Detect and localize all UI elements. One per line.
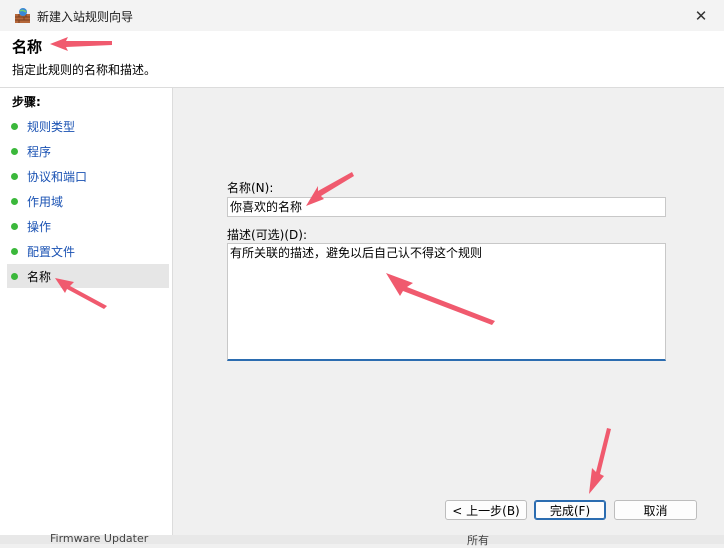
background-row-text: Firmware Updater [50,532,149,545]
back-button[interactable]: < 上一步(B) [445,500,527,520]
header-band: 名称 指定此规则的名称和描述。 [0,31,724,88]
description-textarea[interactable]: 有所关联的描述，避免以后自己认不得这个规则 [227,243,666,361]
step-label: 作用域 [27,194,64,209]
firewall-icon [15,8,30,23]
step-dot-icon [11,197,18,205]
step-dot-icon [11,247,18,255]
step-label: 名称 [27,269,52,284]
step-name[interactable]: 名称 [7,264,169,288]
step-dot-icon [11,222,18,230]
step-dot-icon [11,272,18,280]
steps-heading: 步骤: [12,95,41,109]
page-title: 名称 [12,38,43,56]
finish-button[interactable]: 完成(F) [534,500,606,520]
step-rule-type[interactable]: 规则类型 [7,114,169,138]
background-row-right: 所有 [467,534,489,547]
step-dot-icon [11,122,18,130]
background-window-row: Firmware Updater 所有 [0,532,724,547]
name-input[interactable] [227,197,666,217]
steps-panel: 步骤: 规则类型 程序 协议和端口 作用域 操作 配置文件 名称 [0,88,173,544]
window-title: 新建入站规则向导 [37,10,134,24]
step-protocol-ports[interactable]: 协议和端口 [7,164,169,188]
step-label: 协议和端口 [27,169,88,184]
step-label: 配置文件 [27,244,76,259]
step-program[interactable]: 程序 [7,139,169,163]
step-label: 操作 [27,219,52,234]
step-dot-icon [11,172,18,180]
cancel-button[interactable]: 取消 [614,500,697,520]
close-button[interactable]: ✕ [678,0,724,31]
step-action[interactable]: 操作 [7,214,169,238]
page-subtitle: 指定此规则的名称和描述。 [12,63,157,77]
close-icon: ✕ [694,6,708,25]
step-label: 程序 [27,144,52,159]
name-field-label: 名称(N): [227,181,274,195]
step-scope[interactable]: 作用域 [7,189,169,213]
step-dot-icon [11,147,18,155]
step-label: 规则类型 [27,119,76,134]
description-field-label: 描述(可选)(D): [227,228,308,242]
title-bar: 新建入站规则向导 ✕ [0,0,724,31]
step-profile[interactable]: 配置文件 [7,239,169,263]
